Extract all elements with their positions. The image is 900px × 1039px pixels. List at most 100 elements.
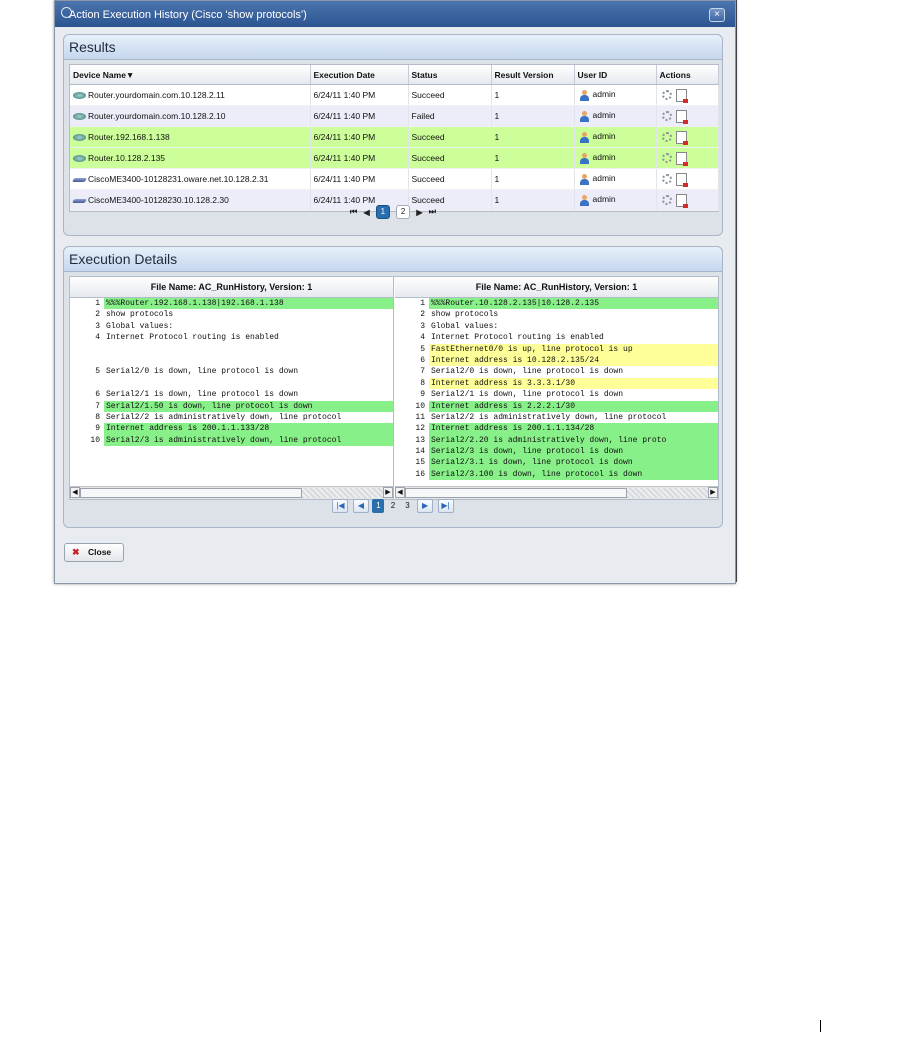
line-text: Internet Protocol routing is enabled xyxy=(431,333,604,343)
line-number: 2 xyxy=(395,309,429,321)
scroll-thumb[interactable] xyxy=(80,488,302,498)
line-text: Serial2/3 is administratively down, line… xyxy=(104,434,393,447)
next-page-icon[interactable]: ▶ xyxy=(416,208,422,217)
scroll-track[interactable] xyxy=(627,488,708,498)
title-bar[interactable]: Action Execution History (Cisco 'show pr… xyxy=(55,1,735,27)
switch-icon xyxy=(71,177,88,182)
window-title: Action Execution History (Cisco 'show pr… xyxy=(69,9,307,21)
last-page-icon[interactable]: ⏭ xyxy=(429,207,436,217)
line-text: Serial2/3 is down, line protocol is down xyxy=(429,446,718,458)
user-icon xyxy=(579,131,589,143)
table-row[interactable]: Router.192.168.1.138 6/24/11 1:40 PM Succe… xyxy=(70,126,719,148)
prev-page-icon[interactable]: ◀ xyxy=(352,499,369,513)
left-horizontal-scrollbar[interactable]: ◀ ▶ xyxy=(70,486,393,499)
page-margin-mark xyxy=(820,1020,821,1032)
line-number: 10 xyxy=(70,434,104,447)
first-page-icon[interactable]: ⏮ xyxy=(350,207,357,217)
column-header-user-id[interactable]: User ID xyxy=(574,65,657,85)
router-icon xyxy=(73,113,86,121)
diff-line: 14 Serial2/3 is down, line protocol is do… xyxy=(395,446,718,458)
document-icon[interactable] xyxy=(675,172,688,187)
right-horizontal-scrollbar[interactable]: ◀ ▶ xyxy=(395,486,718,499)
status-cell: Succeed xyxy=(408,84,492,106)
device-name-cell[interactable]: Router.yourdomain.com.10.128.2.11 xyxy=(70,84,311,106)
gear-icon[interactable] xyxy=(661,195,672,205)
user-id-cell: admin xyxy=(574,147,657,169)
dialog-window: Action Execution History (Cisco 'show pr… xyxy=(54,0,736,584)
last-page-icon[interactable]: ▶| xyxy=(437,499,454,513)
line-number: 7 xyxy=(70,400,104,412)
sort-desc-icon: ▼ xyxy=(125,69,135,80)
device-name-cell[interactable]: Router.yourdomain.com.10.128.2.10 xyxy=(70,105,311,127)
document-icon[interactable] xyxy=(675,109,688,124)
line-text: Serial2/2 is administratively down, line… xyxy=(106,412,342,422)
device-name-cell[interactable]: CiscoME3400-10128231.oware.net.10.128.2.… xyxy=(70,168,311,190)
line-text: Serial2/2 is administratively down, line… xyxy=(431,412,667,422)
page-link-1[interactable]: 1 xyxy=(372,499,385,513)
scroll-right-icon[interactable]: ▶ xyxy=(383,487,393,498)
user-id-cell: admin xyxy=(574,84,657,106)
gear-icon[interactable] xyxy=(661,111,672,121)
document-icon[interactable] xyxy=(675,151,688,166)
user-icon xyxy=(579,194,589,206)
page-button-1[interactable]: 1 xyxy=(375,205,390,219)
actions-cell xyxy=(656,126,719,148)
table-row[interactable]: CiscoME3400-10128231.oware.net.10.128.2.… xyxy=(70,168,719,190)
diff-line: 2 show protocols xyxy=(70,309,393,321)
user-id-cell: admin xyxy=(574,168,657,190)
gear-icon[interactable] xyxy=(661,90,672,100)
gear-icon[interactable] xyxy=(661,153,672,163)
close-icon[interactable]: × xyxy=(709,8,725,22)
close-button[interactable]: ✖ Close xyxy=(64,543,124,562)
column-header-status[interactable]: Status xyxy=(408,65,492,85)
diff-line: 3 Global values: xyxy=(395,320,718,333)
scroll-left-icon[interactable]: ◀ xyxy=(395,487,405,498)
user-icon xyxy=(579,173,589,185)
table-row[interactable]: Router.10.128.2.135 6/24/11 1:40 PM Succee… xyxy=(70,147,719,169)
line-number: 12 xyxy=(395,423,429,435)
router-icon xyxy=(73,155,86,163)
line-number: 16 xyxy=(395,468,429,481)
device-name-cell[interactable]: Router.192.168.1.138 xyxy=(70,126,311,148)
line-number: 3 xyxy=(70,320,104,333)
column-header-execution-date[interactable]: Execution Date xyxy=(310,65,409,85)
result-version-cell: 1 xyxy=(491,84,575,106)
diff-viewer: File Name: AC_RunHistory, Version: 1 1%%… xyxy=(69,276,719,500)
scroll-track[interactable] xyxy=(302,488,383,498)
line-text: %%%Router.10.128.2.135|10.128.2.135 xyxy=(429,298,718,310)
diff-line: 5 Serial2/0 is down, line protocol is dow… xyxy=(70,366,393,378)
next-page-icon[interactable]: ▶ xyxy=(417,499,434,513)
diff-left-body: 1 %%%Router.192.168.1.138|192.168.1.138 2 s… xyxy=(70,298,393,486)
first-page-icon[interactable]: |◀ xyxy=(332,499,349,513)
scroll-thumb[interactable] xyxy=(405,488,627,498)
page-button-2[interactable]: 2 xyxy=(396,205,411,219)
table-row[interactable]: Router.yourdomain.com.10.128.2.11 6/24/11… xyxy=(70,84,719,106)
line-number: 3 xyxy=(395,320,429,333)
line-number: 9 xyxy=(395,389,429,401)
gear-icon[interactable] xyxy=(661,132,672,142)
document-icon[interactable] xyxy=(675,130,688,145)
diff-line: 11 Serial2/2 is administratively down, li… xyxy=(395,411,718,424)
results-pager: ⏮ ◀ 1 2 ▶ ⏭ xyxy=(69,205,717,227)
column-header-actions[interactable]: Actions xyxy=(656,65,719,85)
column-header-result-version[interactable]: Result Version xyxy=(491,65,575,85)
router-icon xyxy=(73,92,86,100)
scroll-right-icon[interactable]: ▶ xyxy=(708,487,718,498)
scroll-left-icon[interactable]: ◀ xyxy=(70,487,80,498)
page-link-2[interactable]: 2 xyxy=(387,499,399,513)
document-icon[interactable] xyxy=(675,88,688,103)
column-header-device-name[interactable]: Device Name▼ xyxy=(70,65,311,85)
line-number: 14 xyxy=(395,446,429,458)
gear-icon[interactable] xyxy=(661,174,672,184)
execution-date-cell: 6/24/11 1:40 PM xyxy=(310,168,409,190)
result-version-cell: 1 xyxy=(491,126,575,148)
table-row[interactable]: Router.yourdomain.com.10.128.2.10 6/24/11… xyxy=(70,105,719,127)
page-link-3[interactable]: 3 xyxy=(402,499,414,513)
actions-cell xyxy=(656,105,719,127)
prev-page-icon[interactable]: ◀ xyxy=(363,208,369,217)
device-name-cell[interactable]: Router.10.128.2.135 xyxy=(70,147,311,169)
actions-cell xyxy=(656,84,719,106)
line-number: 4 xyxy=(395,332,429,344)
line-text: %%%Router.192.168.1.138|192.168.1.138 xyxy=(104,298,393,310)
diff-line: 15 Serial2/3.1 is down, line protocol is … xyxy=(395,457,718,469)
